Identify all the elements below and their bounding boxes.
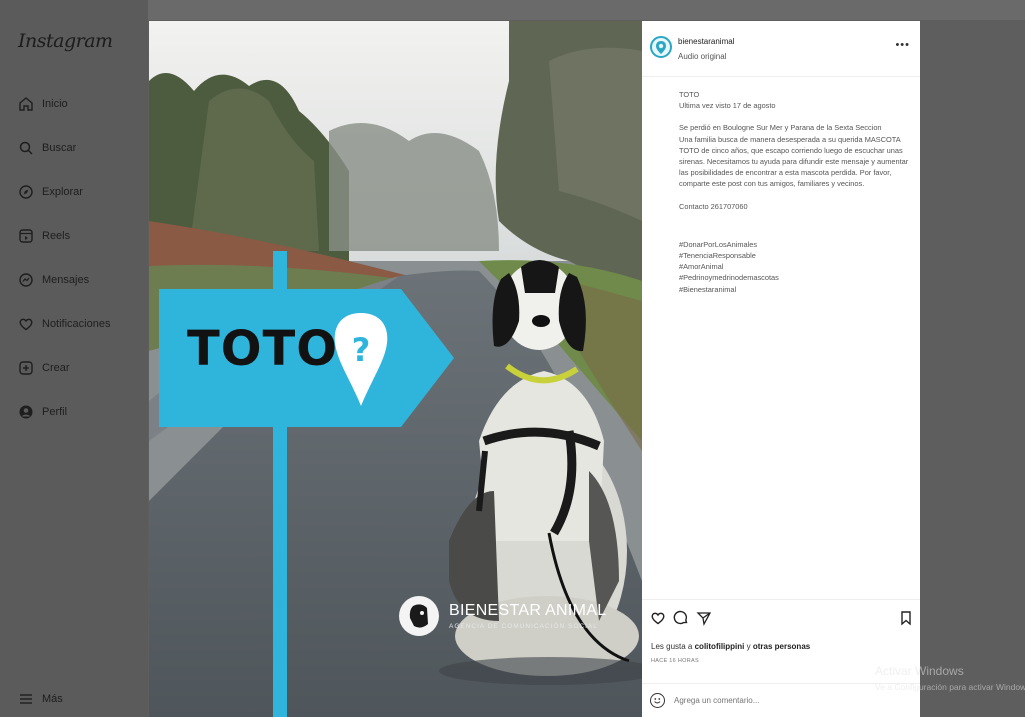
hashtag-link[interactable]: #TenenciaResponsable [679,250,901,261]
post-image[interactable]: ? TOTO BIENESTAR ANIMAL AGENCIA DE COMUN… [149,21,642,717]
heart-icon [18,316,34,332]
sidebar-item-label: Crear [42,362,70,374]
more-options-icon[interactable]: ••• [895,39,910,51]
comment-input[interactable] [674,696,874,705]
caption-line: comparte este post con tus amigos, famil… [679,179,865,189]
likes-and: y [746,642,751,651]
caption-line: sirenas. Necesitamos tu ayuda para difun… [679,157,909,167]
sidebar-item-label: Buscar [42,142,77,154]
sidebar-item-label: Perfil [42,406,68,418]
window-top-edge [0,0,1025,20]
brand-subtitle: AGENCIA DE COMUNICACIÓN SOCIAL [449,623,598,630]
sidebar-item-label: Mensajes [42,274,90,286]
sidebar-item-crear[interactable]: Crear [18,357,70,379]
hashtag-link[interactable]: #AmorAnimal [679,261,901,272]
comment-icon[interactable] [673,610,689,626]
brand-watermark: BIENESTAR ANIMAL AGENCIA DE COMUNICACIÓN… [399,596,606,636]
post-panel: bienestaranimal Audio original ••• TOTO … [642,21,920,717]
emoji-icon[interactable] [650,693,665,708]
bookmark-icon[interactable] [898,610,914,626]
search-icon [18,140,34,156]
caption-title: TOTO [679,90,700,99]
plus-square-icon [18,360,34,376]
sidebar-item-mas[interactable]: Más [18,688,63,710]
sidebar-item-mensajes[interactable]: Mensajes [18,269,89,291]
hashtag-link[interactable]: #DonarPorLosAnimales [679,239,901,250]
caption-line: TOTO de cinco años, que escapo corriendo… [679,145,903,155]
sidebar-item-label: Explorar [42,186,83,198]
sign-text: TOTO [187,321,339,377]
hashtag-link[interactable]: #Pedrinoymedrinodemascotas [679,272,901,283]
likes-others-link[interactable]: otras personas [753,642,810,651]
post-username[interactable]: bienestaranimal [678,37,734,46]
sidebar-item-label: Notificaciones [42,318,111,330]
caption-line: las posibilidades de encontrar a esta ma… [679,168,892,178]
share-icon[interactable] [696,610,712,626]
sidebar-item-explorar[interactable]: Explorar [18,181,83,203]
like-heart-icon[interactable] [650,610,666,626]
caption-line: Se perdió en Boulogne Sur Mer y Parana d… [679,123,882,133]
svg-text:?: ? [352,331,371,369]
profile-icon [18,404,34,420]
caption-last-seen: Ultima vez visto 17 de agosto [679,101,776,111]
sidebar-item-reels[interactable]: Reels [18,225,70,247]
reels-icon [18,228,34,244]
windows-activation-watermark: Activar Windows Ve a Configuración para … [875,664,1025,692]
avatar[interactable] [650,36,672,58]
home-icon [18,96,34,112]
sidebar-item-inicio[interactable]: Inicio [18,93,68,115]
sidebar: Instagram Inicio Buscar Explorar Reels M… [0,0,148,717]
post-timestamp[interactable]: HACE 16 HORAS [651,658,699,664]
caption-contact: Contacto 261707060 [679,201,748,211]
watermark-title: Activar Windows [875,664,964,678]
sidebar-item-notificaciones[interactable]: Notificaciones [18,313,110,335]
sidebar-item-label: Inicio [42,98,68,110]
sidebar-item-buscar[interactable]: Buscar [18,137,76,159]
watermark-subtitle: Ve a Configuración para activar Windows. [875,682,1025,692]
caption-line: Una familia busca de manera desesperada … [679,134,901,144]
compass-icon [18,184,34,200]
hamburger-menu-icon [18,691,34,707]
likes-user-link[interactable]: colitofilippini [695,642,745,651]
post-caption: TOTO Ultima vez visto 17 de agosto Se pe… [679,89,909,306]
post-header: bienestaranimal Audio original ••• [642,21,920,77]
brand-name: BIENESTAR ANIMAL [449,602,607,619]
post-actions: Les gusta a colitofilippini y otras pers… [642,599,920,717]
dog-logo-icon [399,596,439,636]
messenger-icon [18,272,34,288]
sidebar-item-label: Más [42,693,63,705]
sidebar-item-perfil[interactable]: Perfil [18,401,67,423]
audio-label[interactable]: Audio original [678,52,726,61]
instagram-logo[interactable]: Instagram [18,30,113,52]
likes-summary: Les gusta a colitofilippini y otras pers… [651,642,810,651]
sidebar-item-label: Reels [42,230,71,242]
hashtag-link[interactable]: #Bienestaranimal [679,284,901,295]
likes-prefix: Les gusta a [651,642,693,651]
